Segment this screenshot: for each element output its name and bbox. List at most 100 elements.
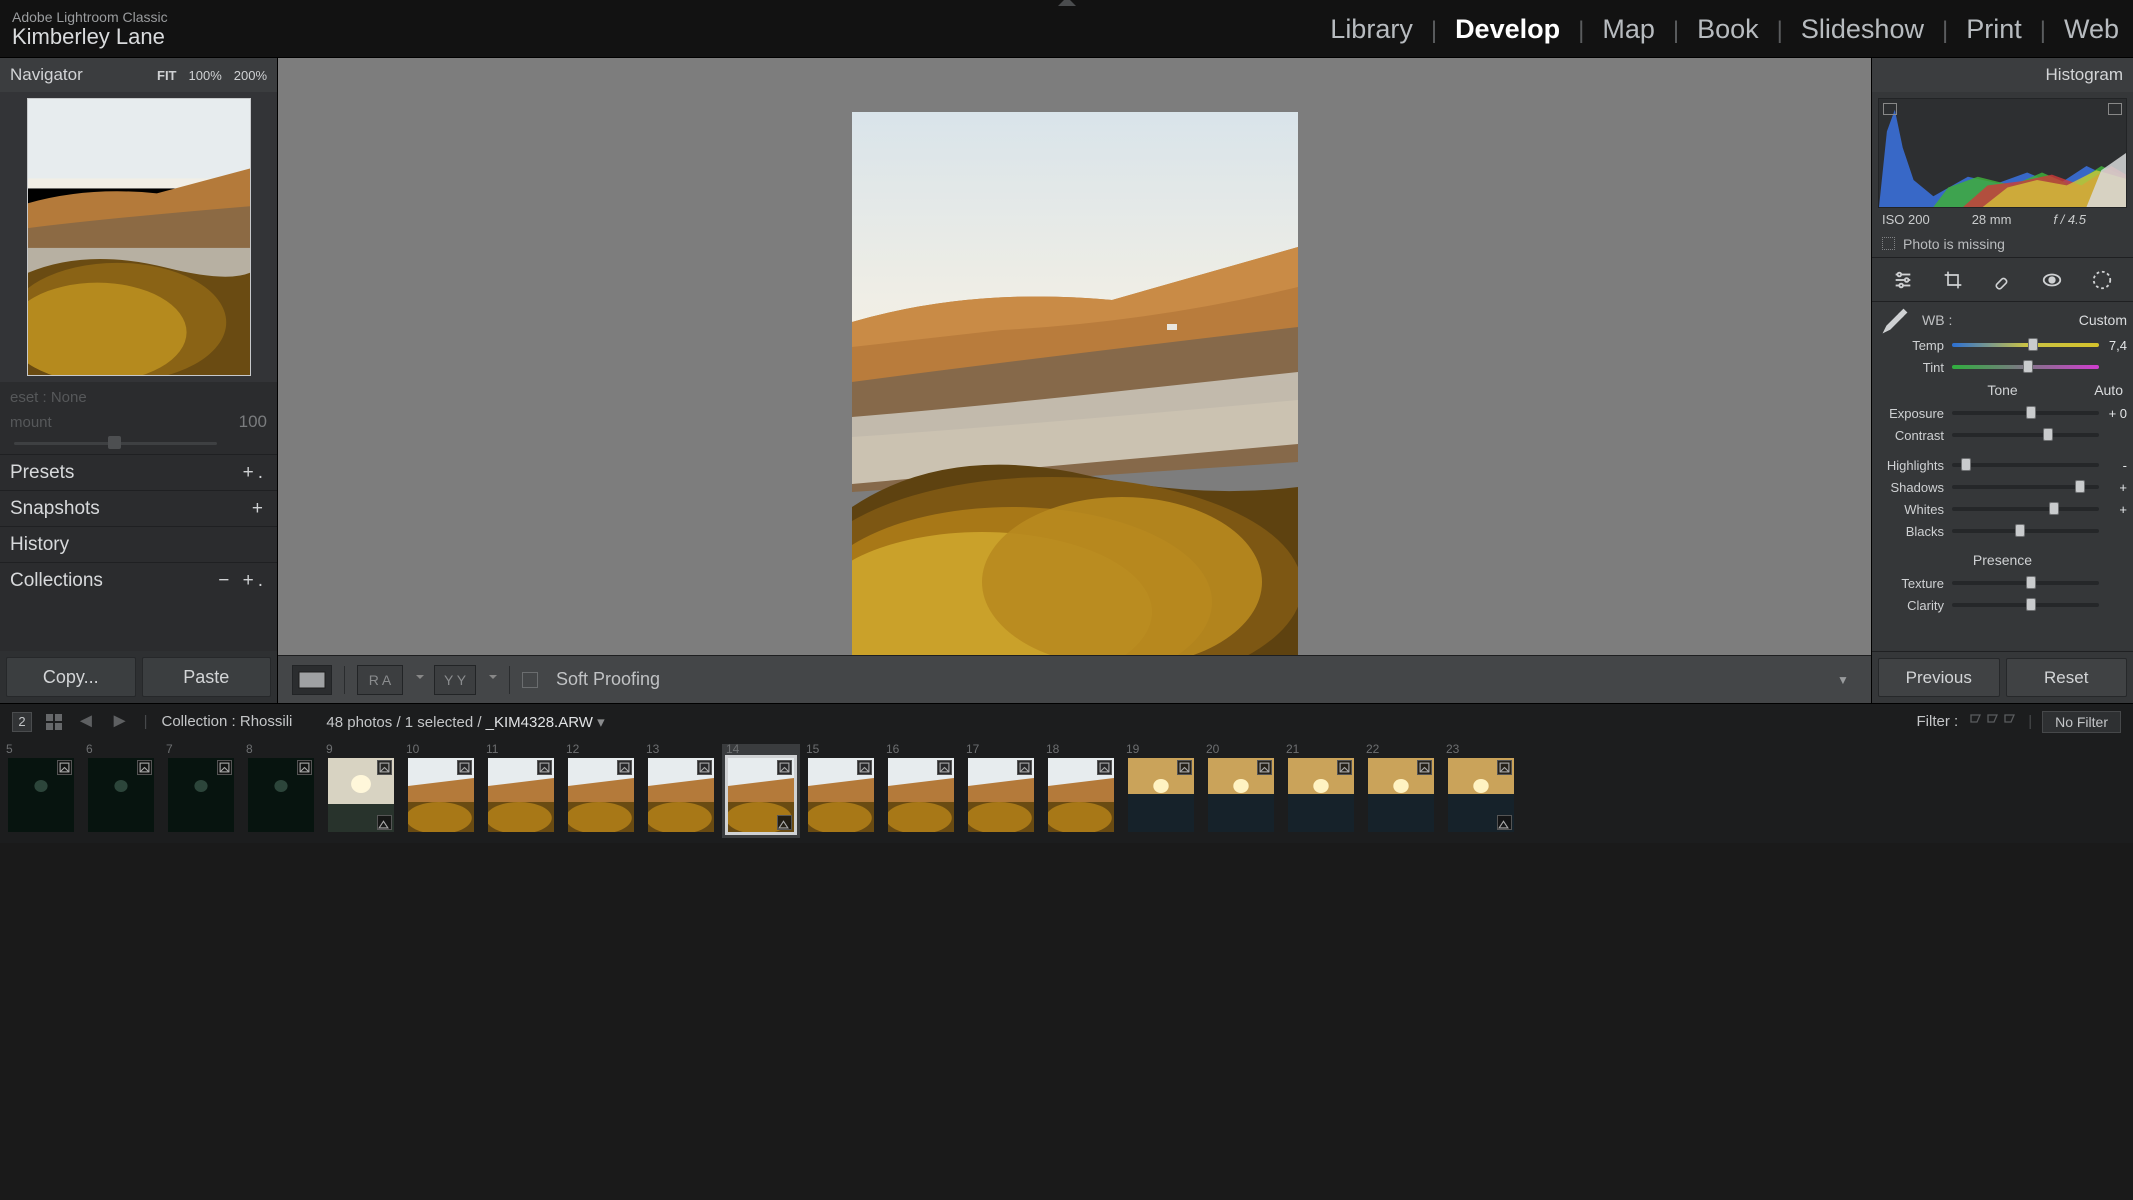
filmstrip-thumb[interactable]: 22	[1362, 744, 1440, 838]
filmstrip-thumb[interactable]: 14	[722, 744, 800, 838]
panel-expand-handle[interactable]	[1058, 0, 1076, 6]
loupe-view-button[interactable]	[292, 665, 332, 695]
filmstrip-thumb[interactable]: 16	[882, 744, 960, 838]
filmstrip-thumb[interactable]: 17	[962, 744, 1040, 838]
second-window-button[interactable]: 2	[12, 712, 32, 732]
highlight-clipping-toggle[interactable]	[2108, 103, 2122, 115]
texture-slider[interactable]: Texture	[1878, 572, 2127, 594]
zoom-fit[interactable]: FIT	[157, 68, 177, 83]
has-adjustments-icon	[1177, 760, 1192, 775]
highlights-slider[interactable]: Highlights-	[1878, 454, 2127, 476]
amount-slider[interactable]	[0, 432, 277, 454]
filter-preset-dropdown[interactable]: No Filter	[2042, 711, 2121, 733]
nav-forward-icon[interactable]: ►	[110, 710, 130, 733]
filmstrip-thumb[interactable]: 21	[1282, 744, 1360, 838]
snapshots-section[interactable]: Snapshots+	[0, 490, 277, 526]
toolbar-expand[interactable]: ▼	[1829, 666, 1857, 694]
filmstrip[interactable]: 567891011121314151617181920212223	[0, 739, 2133, 843]
navigator-header[interactable]: Navigator FIT 100% 200%	[0, 58, 277, 92]
histogram-header[interactable]: Histogram	[1872, 58, 2133, 92]
app-name: Adobe Lightroom Classic	[12, 10, 168, 25]
filmstrip-thumb[interactable]: 8	[242, 744, 320, 838]
navigator-preview[interactable]	[0, 92, 277, 382]
module-tab-library[interactable]: Library	[1330, 14, 1413, 45]
filmstrip-thumb[interactable]: 20	[1202, 744, 1280, 838]
filmstrip-thumb[interactable]: 10	[402, 744, 480, 838]
title-bar: Adobe Lightroom Classic Kimberley Lane L…	[0, 0, 2133, 58]
filmstrip-thumb[interactable]: 19	[1122, 744, 1200, 838]
amount-row: mount 100	[0, 412, 277, 432]
wb-dropdown[interactable]: Custom	[2079, 312, 2127, 328]
loupe-view[interactable]: R A Y Y Soft Proofing ▼	[278, 58, 1871, 703]
temp-slider[interactable]: Temp7,4	[1878, 334, 2127, 356]
has-adjustments-icon	[537, 760, 552, 775]
grid-view-icon[interactable]	[46, 714, 62, 730]
has-adjustments-icon	[1337, 760, 1352, 775]
basic-panel: WB : Custom Temp7,4 Tint ToneAuto Exposu…	[1872, 302, 2133, 624]
filmstrip-thumb[interactable]: 15	[802, 744, 880, 838]
histogram[interactable]	[1878, 98, 2127, 208]
paste-button[interactable]: Paste	[142, 657, 272, 697]
contrast-slider[interactable]: Contrast	[1878, 424, 2127, 446]
shadow-clipping-toggle[interactable]	[1883, 103, 1897, 115]
module-tab-web[interactable]: Web	[2064, 14, 2119, 45]
filmstrip-thumb[interactable]: 23	[1442, 744, 1520, 838]
healing-tool-icon[interactable]	[1988, 266, 2016, 294]
exposure-slider[interactable]: Exposure+ 0	[1878, 402, 2127, 424]
metadata-badge-icon	[777, 815, 792, 830]
previous-button[interactable]: Previous	[1878, 658, 2000, 697]
shadows-slider[interactable]: Shadows+	[1878, 476, 2127, 498]
zoom-100[interactable]: 100%	[189, 68, 222, 83]
white-balance-dropper-icon[interactable]	[1878, 302, 1914, 338]
filmstrip-thumb[interactable]: 12	[562, 744, 640, 838]
before-after-yy-menu[interactable]	[486, 671, 497, 689]
filmstrip-thumb[interactable]: 13	[642, 744, 720, 838]
filmstrip-thumb[interactable]: 9	[322, 744, 400, 838]
has-adjustments-icon	[1497, 760, 1512, 775]
soft-proofing-checkbox[interactable]	[522, 672, 538, 688]
module-picker: Library|Develop|Map|Book|Slideshow|Print…	[1330, 14, 2119, 45]
module-tab-print[interactable]: Print	[1966, 14, 2022, 45]
module-tab-develop[interactable]: Develop	[1455, 14, 1560, 45]
copy-button[interactable]: Copy...	[6, 657, 136, 697]
source-label[interactable]: Collection : Rhossili	[162, 713, 293, 730]
tool-strip	[1872, 258, 2133, 302]
filmstrip-thumb[interactable]: 6	[82, 744, 160, 838]
has-adjustments-icon	[457, 760, 472, 775]
redeye-tool-icon[interactable]	[2038, 266, 2066, 294]
tone-header: ToneAuto	[1878, 378, 2127, 402]
current-filename[interactable]: _KIM4328.ARW	[486, 714, 593, 731]
has-adjustments-icon	[777, 760, 792, 775]
auto-tone-button[interactable]: Auto	[2094, 382, 2123, 398]
whites-slider[interactable]: Whites+	[1878, 498, 2127, 520]
filmstrip-thumb[interactable]: 5	[2, 744, 80, 838]
filmstrip-thumb[interactable]: 7	[162, 744, 240, 838]
filmstrip-thumb[interactable]: 18	[1042, 744, 1120, 838]
metadata-badge-icon	[377, 815, 392, 830]
presets-section[interactable]: Presets+.	[0, 454, 277, 490]
zoom-200[interactable]: 200%	[234, 68, 267, 83]
module-tab-book[interactable]: Book	[1697, 14, 1759, 45]
blacks-slider[interactable]: Blacks	[1878, 520, 2127, 542]
before-after-lr-button[interactable]: R A	[357, 665, 403, 695]
clarity-slider[interactable]: Clarity	[1878, 594, 2127, 616]
module-tab-slideshow[interactable]: Slideshow	[1801, 14, 1924, 45]
before-after-menu[interactable]	[413, 671, 424, 689]
before-after-yy-button[interactable]: Y Y	[434, 665, 476, 695]
flag-filter-icons[interactable]	[1968, 713, 2018, 731]
filmstrip-thumb[interactable]: 11	[482, 744, 560, 838]
identity-plate[interactable]: Kimberley Lane	[12, 25, 168, 49]
filter-label: Filter :	[1917, 713, 1959, 730]
reset-button[interactable]: Reset	[2006, 658, 2128, 697]
collections-section[interactable]: Collections− +.	[0, 562, 277, 598]
nav-back-icon[interactable]: ◄	[76, 710, 96, 733]
edit-sliders-icon[interactable]	[1889, 266, 1917, 294]
preset-readout: eset : None	[0, 382, 277, 412]
masking-tool-icon[interactable]	[2088, 266, 2116, 294]
has-adjustments-icon	[857, 760, 872, 775]
crop-tool-icon[interactable]	[1939, 266, 1967, 294]
history-section[interactable]: History	[0, 526, 277, 562]
has-adjustments-icon	[1417, 760, 1432, 775]
tint-slider[interactable]: Tint	[1878, 356, 2127, 378]
module-tab-map[interactable]: Map	[1602, 14, 1655, 45]
